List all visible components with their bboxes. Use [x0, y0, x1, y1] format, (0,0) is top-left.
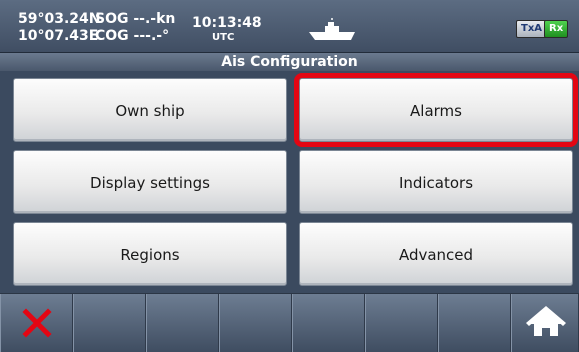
toolbar-slot-6 — [365, 294, 438, 352]
indicators-button[interactable]: Indicators — [299, 150, 573, 214]
toolbar-slot-5 — [292, 294, 365, 352]
toolbar-slot-3 — [146, 294, 219, 352]
alarms-button[interactable]: Alarms — [294, 73, 578, 147]
home-icon[interactable] — [512, 294, 579, 352]
ship-icon — [309, 18, 355, 40]
bottom-toolbar — [0, 293, 579, 352]
longitude-readout: 10°07.43E — [18, 28, 99, 44]
regions-button[interactable]: Regions — [13, 222, 287, 286]
close-icon[interactable] — [1, 294, 74, 352]
page-title: Ais Configuration — [0, 53, 579, 71]
sog-readout: SOG --.-kn — [95, 11, 176, 27]
latitude-readout: 59°03.24N — [18, 11, 101, 27]
status-header: 59°03.24N 10°07.43E SOG --.-kn COG ---.-… — [0, 0, 579, 53]
display-settings-button[interactable]: Display settings — [13, 150, 287, 214]
close-button[interactable] — [0, 294, 73, 352]
home-button[interactable] — [511, 294, 579, 352]
timezone-label: UTC — [212, 32, 235, 43]
toolbar-slot-4 — [219, 294, 292, 352]
rx-indicator: Rx — [544, 20, 569, 38]
toolbar-slot-2 — [73, 294, 146, 352]
cog-readout: COG ---.-° — [95, 28, 170, 44]
time-readout: 10:13:48 — [192, 15, 262, 31]
txa-indicator: TxA — [516, 20, 548, 38]
own-ship-button[interactable]: Own ship — [13, 78, 287, 142]
advanced-button[interactable]: Advanced — [299, 222, 573, 286]
toolbar-slot-7 — [438, 294, 511, 352]
